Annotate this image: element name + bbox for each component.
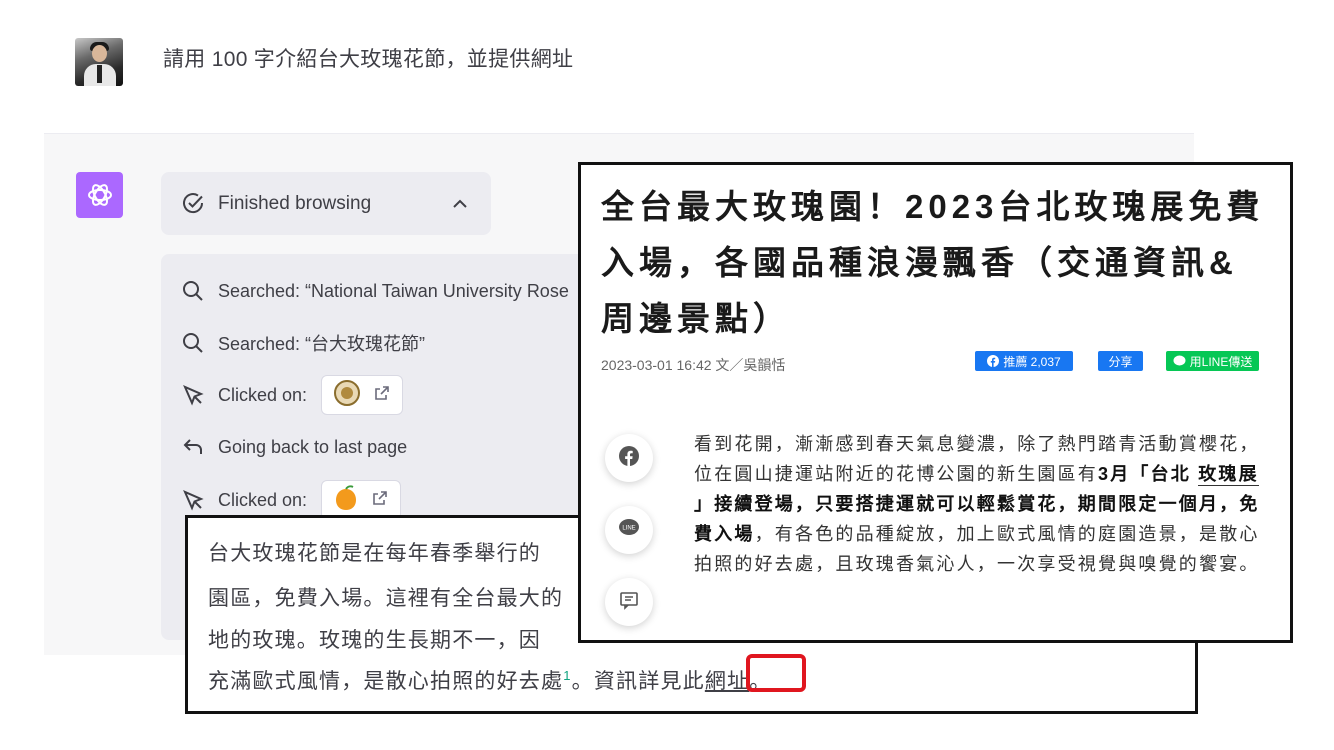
facebook-like-label: 推薦 2,037 xyxy=(1003,354,1061,369)
browse-step-text: Going back to last page xyxy=(218,436,408,457)
browsing-status-toggle[interactable]: Finished browsing xyxy=(161,172,491,235)
browse-step-click-1: Clicked on: xyxy=(181,375,404,415)
cursor-icon xyxy=(181,488,205,512)
answer-line: 台大玫瑰花節是在每年春季舉行的 xyxy=(208,542,541,565)
article-preview: 全台最大玫瑰園！2023台北玫瑰展免費入場，各國品種浪漫飄香（交通資訊&周邊景點… xyxy=(578,162,1293,643)
answer-line-last: 充滿歐式風情，是散心拍照的好去處1。資訊詳見此網址。 xyxy=(208,665,771,695)
answer-text: 充滿歐式風情，是散心拍照的好去處 xyxy=(208,670,564,693)
back-arrow-icon xyxy=(181,435,205,459)
line-icon xyxy=(1173,355,1186,367)
article-text: ，有各色的品種綻放，加上歐式風情的庭園造景，是散心拍照的好去處，且玫瑰香氣沁人，… xyxy=(694,524,1260,574)
facebook-like-button[interactable]: 推薦 2,037 xyxy=(975,351,1073,371)
facebook-side-button[interactable] xyxy=(605,434,653,482)
footnote-marker[interactable]: 1 xyxy=(563,668,571,683)
browse-step-text: Clicked on: xyxy=(218,489,308,510)
article-bold-text: 3月「台北 xyxy=(1098,464,1199,484)
line-side-button[interactable]: LINE xyxy=(605,506,653,554)
cursor-icon xyxy=(181,383,205,407)
user-avatar xyxy=(75,38,123,86)
svg-text:LINE: LINE xyxy=(622,525,635,531)
chevron-up-icon[interactable] xyxy=(451,195,469,218)
external-link-icon[interactable] xyxy=(374,385,390,406)
article-title: 全台最大玫瑰園！2023台北玫瑰展免費入場，各國品種浪漫飄香（交通資訊&周邊景點… xyxy=(601,188,1265,337)
answer-line: 園區，免費入場。這裡有全台最大的 xyxy=(208,587,564,610)
answer-text: 。資訊詳見此 xyxy=(571,670,705,693)
browse-step-text: Searched: “National Taiwan University Ro… xyxy=(218,280,569,301)
facebook-icon xyxy=(618,445,640,472)
browse-step-text: Searched: “台大玫瑰花節” xyxy=(218,334,426,354)
comment-side-button[interactable] xyxy=(605,578,653,626)
browse-step-text: Clicked on: xyxy=(218,384,308,405)
article-meta: 2023-03-01 16:42 文／吳韻恬 xyxy=(601,357,786,373)
search-icon xyxy=(181,331,205,355)
university-seal-icon xyxy=(334,379,361,411)
answer-line: 地的玫瑰。玫瑰的生長期不一，因 xyxy=(208,629,541,652)
article-body: 看到花開，漸漸感到春天氣息變濃，除了熱門踏青活動賞櫻花，位在圓山捷運站附近的花博… xyxy=(694,429,1264,579)
line-icon: LINE xyxy=(618,518,640,543)
rose-exhibition-link[interactable]: 玫瑰展 xyxy=(1198,464,1259,486)
browse-step-click-2: Clicked on: xyxy=(181,480,402,520)
external-link-icon[interactable] xyxy=(372,490,388,511)
facebook-icon xyxy=(987,355,1000,367)
search-icon xyxy=(181,279,205,303)
user-message: 請用 100 字介紹台大玫瑰花節，並提供網址 xyxy=(163,48,574,71)
site-favicon-icon xyxy=(334,484,358,516)
browse-step-back: Going back to last page xyxy=(181,435,407,459)
line-share-label: 用LINE傳送 xyxy=(1189,354,1253,369)
browsing-status-label: Finished browsing xyxy=(218,193,372,214)
share-label: 分享 xyxy=(1108,354,1133,369)
clicked-site-chip[interactable] xyxy=(321,375,404,415)
clicked-site-chip[interactable] xyxy=(321,480,402,520)
source-url-link[interactable]: 網址 xyxy=(705,670,749,693)
browse-step-search-1: Searched: “National Taiwan University Ro… xyxy=(181,279,569,303)
browse-step-search-2: Searched: “台大玫瑰花節” xyxy=(181,330,425,356)
check-circle-icon xyxy=(181,192,205,221)
share-button[interactable]: 分享 xyxy=(1098,351,1143,371)
line-share-button[interactable]: 用LINE傳送 xyxy=(1166,351,1259,371)
chatgpt-logo-icon xyxy=(76,172,123,218)
comment-icon xyxy=(619,590,639,615)
highlight-box xyxy=(746,654,806,692)
